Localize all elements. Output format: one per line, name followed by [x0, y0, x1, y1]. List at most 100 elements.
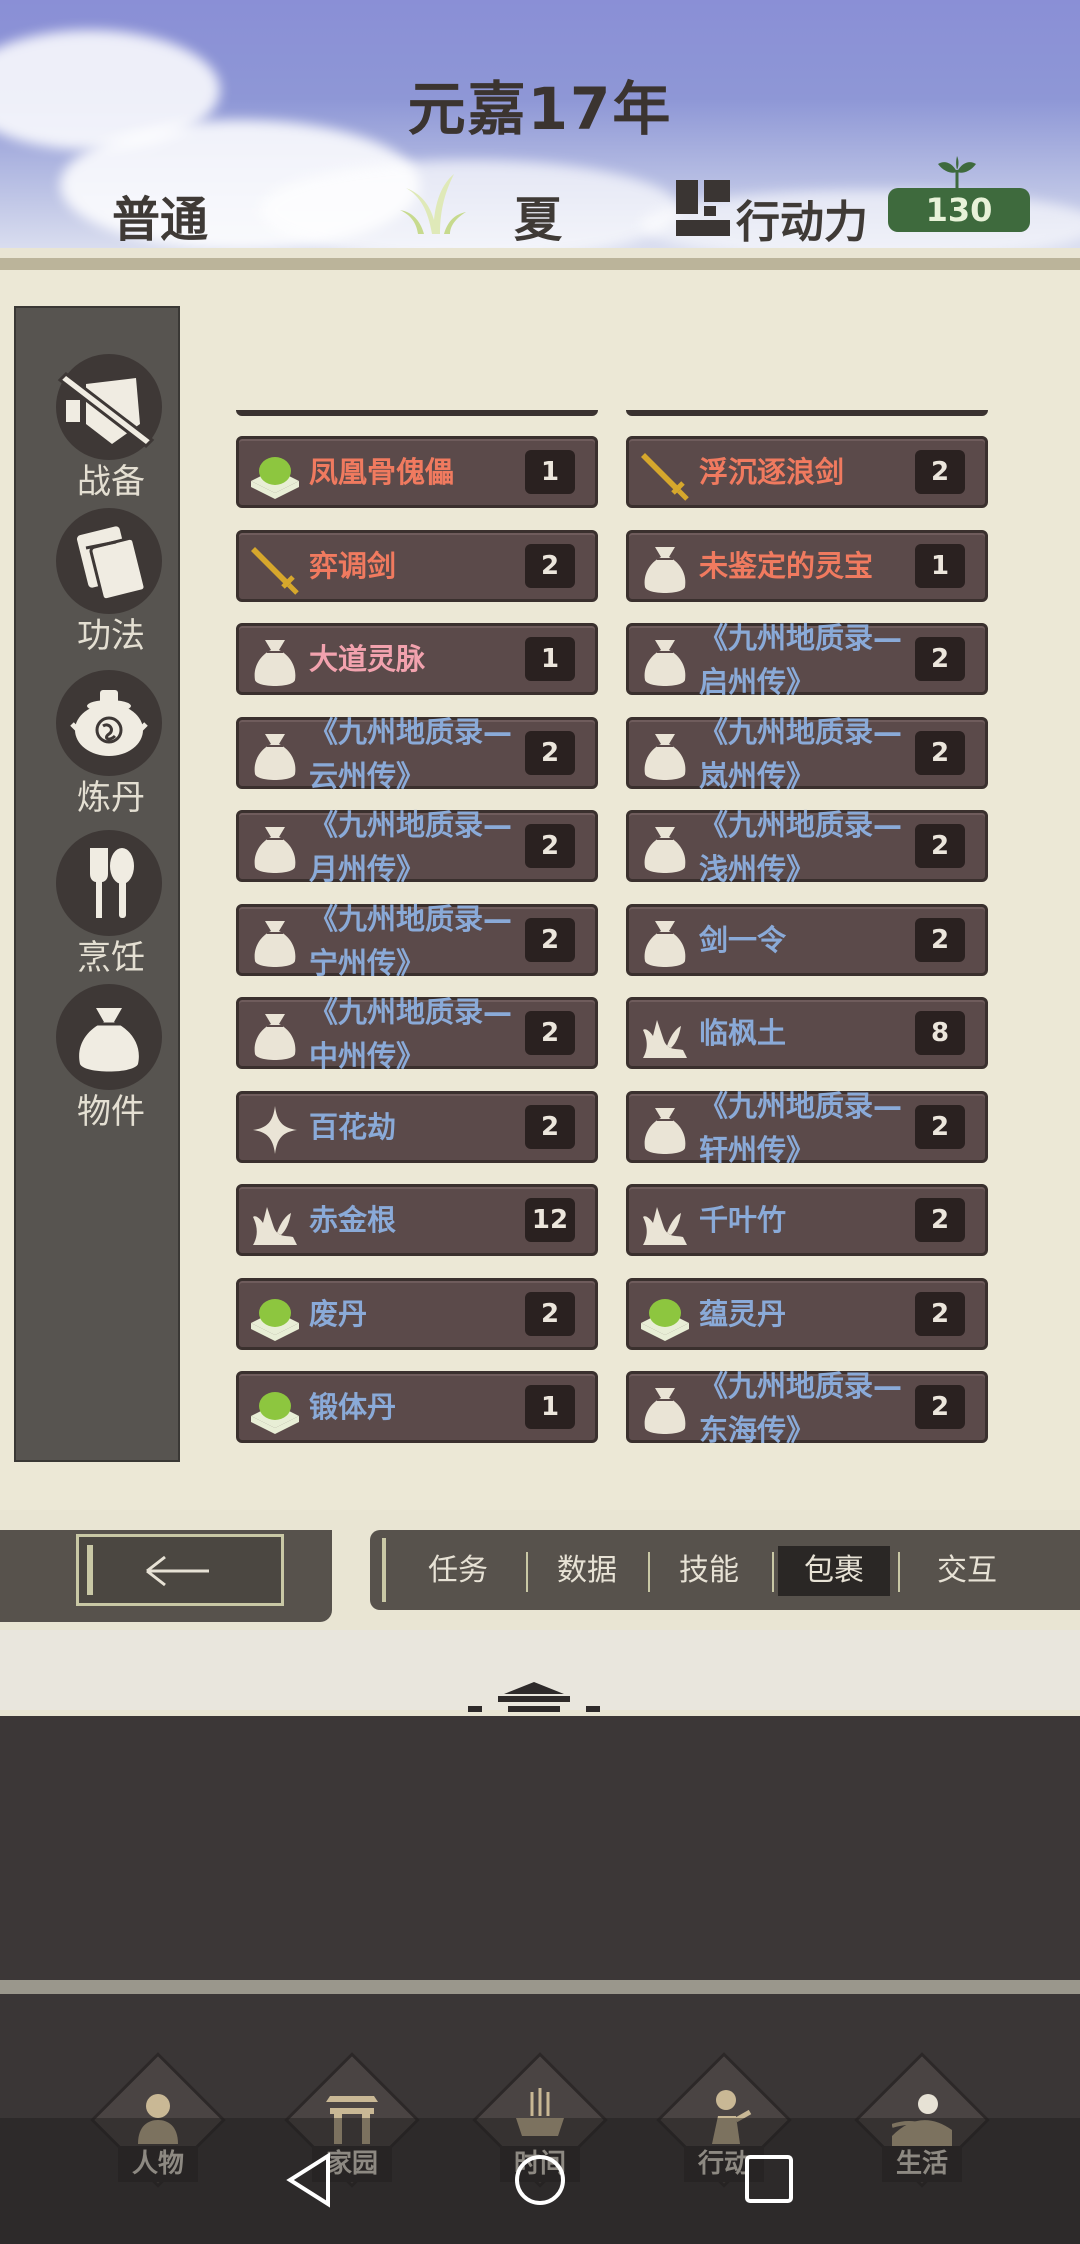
inventory-item[interactable]: 《九州地质录— 月州传》 2 [236, 808, 598, 886]
category-label: 炼丹 [77, 778, 145, 818]
item-count: 1 [525, 450, 575, 494]
category-alchemy[interactable]: 炼丹 [16, 670, 182, 818]
pill-icon [247, 1289, 303, 1345]
alchemy-cauldron-icon [70, 690, 148, 756]
category-label: 物件 [77, 1092, 145, 1132]
item-name: 《九州地质录— 宁州传》 [309, 902, 513, 980]
item-name: 凤凰骨傀儡 [309, 455, 455, 489]
nav-divider [0, 1980, 1080, 1994]
category-icon-bg [56, 830, 162, 936]
bag-icon [637, 1102, 693, 1158]
inventory-item[interactable]: 《九州地质录— 轩州传》 2 [626, 1089, 988, 1167]
message-area [0, 1716, 1080, 1980]
pill-icon [641, 1299, 689, 1341]
item-count: 1 [525, 637, 575, 681]
tab-tasks[interactable]: 任务 [408, 1546, 508, 1596]
inventory-item[interactable]: 大道灵脉 1 [236, 623, 598, 695]
bag-icon [644, 640, 686, 686]
sparkle-icon [253, 1106, 297, 1154]
system-home-icon[interactable] [512, 2152, 568, 2208]
tab-data[interactable]: 数据 [532, 1546, 642, 1596]
inventory-item[interactable]: 临枫土 8 [626, 997, 988, 1069]
inventory-item[interactable]: 《九州地质录— 中州传》 2 [236, 995, 598, 1073]
item-count: 2 [525, 1292, 575, 1336]
bag-icon [644, 1108, 686, 1154]
sparkle-icon [247, 1102, 303, 1158]
pagoda-roof-icon [468, 1682, 600, 1712]
inventory-item[interactable]: 废丹 2 [236, 1278, 598, 1350]
action-point-icon [676, 180, 730, 236]
bag-icon [254, 827, 296, 873]
item-count: 2 [525, 824, 575, 868]
item-count: 2 [525, 731, 575, 775]
inventory-item[interactable]: 弈调剑 2 [236, 530, 598, 602]
inventory-item[interactable]: 剑一令 2 [626, 904, 988, 976]
pill-icon [637, 1289, 693, 1345]
inventory-item[interactable]: 《九州地质录— 东海传》 2 [626, 1369, 988, 1447]
system-back-icon[interactable] [284, 2152, 334, 2208]
category-icon-bg [56, 670, 162, 776]
bag-icon [644, 547, 686, 593]
books-icon [76, 526, 147, 602]
item-name: 《九州地质录— 浅州传》 [699, 808, 903, 886]
item-name: 《九州地质录— 云州传》 [309, 715, 513, 793]
bag-icon [79, 1008, 139, 1072]
inventory-item[interactable]: 凤凰骨傀儡 1 [236, 436, 598, 508]
header-bar: 元嘉17年 普通 夏 行动力 130 [0, 0, 1080, 248]
sword-icon [247, 541, 303, 597]
inventory-item[interactable]: 《九州地质录— 启州传》 2 [626, 621, 988, 699]
inventory-item[interactable]: 《九州地质录— 宁州传》 2 [236, 902, 598, 980]
item-count: 2 [525, 918, 575, 962]
bag-icon [637, 1382, 693, 1438]
inventory-item[interactable]: 《九州地质录— 浅州传》 2 [626, 808, 988, 886]
inventory-item[interactable]: 《九州地质录— 云州传》 2 [236, 715, 598, 793]
back-arrow-icon [146, 1555, 209, 1587]
year-title: 元嘉17年 [407, 75, 673, 143]
tab-inventory[interactable]: 包裹 [778, 1546, 890, 1596]
pill-icon [251, 1299, 299, 1341]
tab-interact[interactable]: 交互 [904, 1546, 1030, 1596]
tab-skills[interactable]: 技能 [654, 1546, 764, 1596]
back-button[interactable] [76, 1534, 284, 1606]
bag-icon [637, 915, 693, 971]
category-equipment[interactable]: 战备 [16, 354, 182, 502]
item-name: 废丹 [309, 1297, 368, 1331]
inventory-item[interactable]: 蕴灵丹 2 [626, 1278, 988, 1350]
bag-icon [637, 728, 693, 784]
system-recents-icon[interactable] [744, 2154, 794, 2204]
item-name: 《九州地质录— 轩州传》 [699, 1089, 903, 1167]
category-sidebar: 战备 功法 炼丹 烹饪 物件 [14, 306, 180, 1462]
bag-icon [644, 734, 686, 780]
category-items[interactable]: 物件 [16, 984, 182, 1132]
bag-icon [254, 734, 296, 780]
inventory-item[interactable]: 赤金根 12 [236, 1184, 598, 1256]
item-name: 剑一令 [699, 923, 787, 957]
item-name: 《九州地质录— 启州传》 [699, 621, 903, 699]
item-name: 蕴灵丹 [699, 1297, 787, 1331]
item-name: 临枫土 [699, 1016, 787, 1050]
category-skills[interactable]: 功法 [16, 508, 182, 656]
item-count: 8 [915, 1011, 965, 1055]
inventory-item[interactable]: 未鉴定的灵宝 1 [626, 530, 988, 602]
inventory-item[interactable]: 《九州地质录— 岚州传》 2 [626, 715, 988, 793]
inventory-item[interactable]: 浮沉逐浪剑 2 [626, 436, 988, 508]
difficulty-mode: 普通 [112, 192, 209, 248]
herb-icon [643, 1020, 687, 1058]
item-name: 赤金根 [309, 1203, 397, 1237]
inventory-item[interactable]: 千叶竹 2 [626, 1184, 988, 1256]
bag-icon [247, 728, 303, 784]
category-cooking[interactable]: 烹饪 [16, 830, 182, 978]
item-count: 2 [915, 1198, 965, 1242]
bag-icon [247, 634, 303, 690]
bag-icon [247, 1008, 303, 1064]
tab-bar: 任务 数据 技能 包裹 交互 [370, 1530, 1080, 1610]
pill-icon [247, 1382, 303, 1438]
inventory-item[interactable]: 百花劫 2 [236, 1091, 598, 1163]
item-name: 锻体丹 [309, 1390, 397, 1424]
item-count: 2 [525, 1011, 575, 1055]
category-icon-bg [56, 354, 162, 460]
bag-icon [247, 915, 303, 971]
bag-icon [254, 640, 296, 686]
inventory-item[interactable]: 锻体丹 1 [236, 1371, 598, 1443]
item-name: 浮沉逐浪剑 [699, 455, 845, 489]
